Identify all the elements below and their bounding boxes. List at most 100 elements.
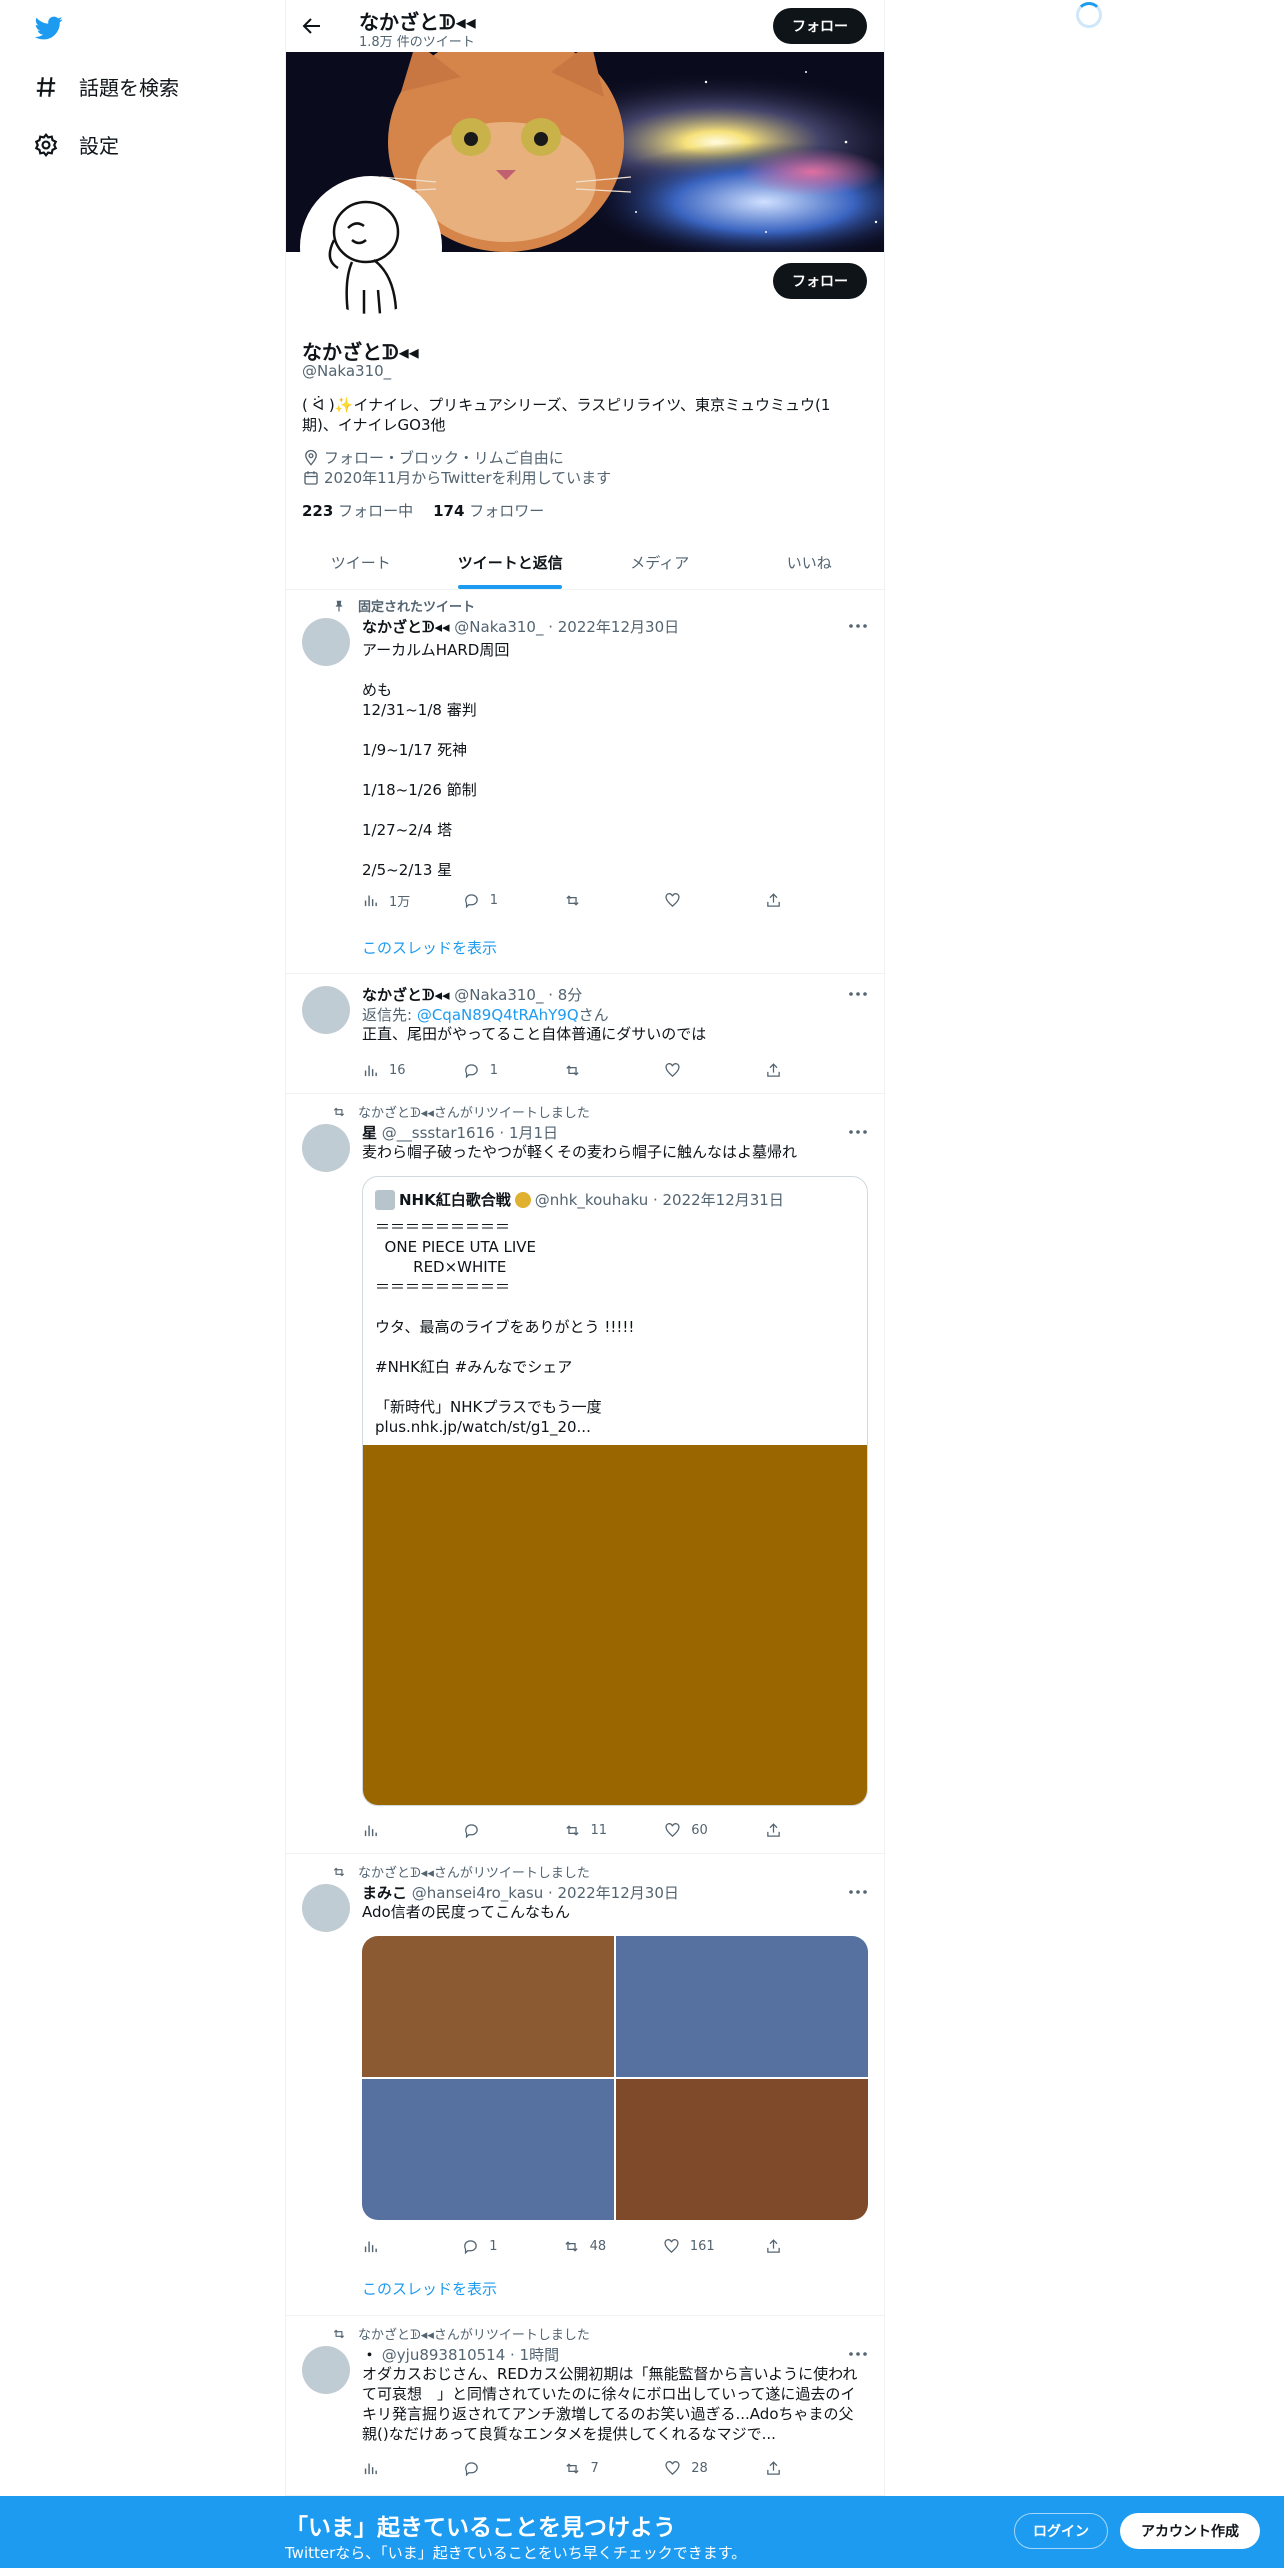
views-action[interactable] <box>362 2458 412 2478</box>
tweet-image-4[interactable] <box>616 2079 868 2220</box>
tweet-author-meta[interactable]: @hansei4ro_kasu · 2022年12月30日 <box>412 1884 679 1902</box>
verified-gold-icon <box>514 1191 531 1208</box>
followers-link[interactable]: 174 フォロワー <box>433 500 544 521</box>
views-action[interactable] <box>362 1820 412 1840</box>
signup-button[interactable]: アカウント作成 <box>1120 2513 1260 2549</box>
share-action[interactable] <box>765 1820 782 1840</box>
header-follow-button[interactable]: フォロー <box>773 8 867 44</box>
signup-banner: 「いま」起きていることを見つけよう Twitterなら、「いま」起きていることを… <box>0 2496 1284 2568</box>
retweet-action[interactable] <box>564 1060 614 1080</box>
tweet-author-meta[interactable]: @Naka310_ · 2022年12月30日 <box>454 618 679 636</box>
signup-banner-subtitle: Twitterなら、「いま」起きていることをいち早くチェックできます。 <box>285 2544 747 2562</box>
quote-author-name: NHK紅白歌合戦 <box>399 1191 511 1209</box>
share-icon <box>767 892 780 907</box>
like-action[interactable]: 28 <box>664 2458 714 2478</box>
loading-spinner-icon <box>1076 2 1102 28</box>
share-action[interactable] <box>765 2458 782 2478</box>
like-action[interactable]: 60 <box>664 1820 714 1840</box>
share-action[interactable] <box>765 890 782 910</box>
reply-icon <box>464 893 478 908</box>
profile-follow-button[interactable]: フォロー <box>773 263 867 299</box>
profile-stats: 223 フォロー中 174 フォロワー <box>302 500 544 521</box>
reply-to-link[interactable]: @CqaN89Q4tRAhY9Q <box>417 1006 579 1024</box>
tweet-avatar[interactable] <box>302 1124 350 1172</box>
more-icon[interactable] <box>848 2350 868 2358</box>
tweet-author-name[interactable]: なかざとᗫ◂◂ <box>362 986 450 1004</box>
profile-location: フォロー・ブロック・リムご自由に <box>302 447 564 468</box>
tweet-image-3[interactable] <box>362 2079 614 2220</box>
tab-tweets-and-replies[interactable]: ツイートと返信 <box>436 537 586 589</box>
share-action[interactable] <box>765 2236 782 2256</box>
tweet-actions: 7 28 <box>362 2458 782 2478</box>
retweet-action[interactable]: 7 <box>564 2458 614 2478</box>
show-thread-link[interactable]: このスレッドを表示 <box>362 937 497 958</box>
tweet-retweet-quote[interactable]: なかざとᗫ◂◂さんがリツイートしました 星 @__ssstar1616 · 1月… <box>286 1094 884 1854</box>
tweet-pinned[interactable]: 固定されたツイート なかざとᗫ◂◂ @Naka310_ · 2022年12月30… <box>286 590 884 974</box>
like-action[interactable] <box>664 1060 714 1080</box>
profile-avatar[interactable] <box>300 176 442 318</box>
more-icon[interactable] <box>848 1888 868 1896</box>
reply-icon <box>464 2239 478 2254</box>
heart-icon <box>664 2238 679 2253</box>
views-icon <box>364 1825 377 1836</box>
tweet-author-name[interactable]: 星 <box>362 1124 377 1142</box>
retweet-action[interactable]: 11 <box>564 1820 614 1840</box>
nav-settings[interactable]: 設定 <box>33 130 119 159</box>
quote-media[interactable] <box>363 1445 867 1805</box>
share-action[interactable] <box>765 1060 782 1080</box>
tweet-reply[interactable]: なかざとᗫ◂◂ @Naka310_ · 8分 返信先: @CqaN89Q4tRA… <box>286 974 884 1094</box>
tweet-avatar[interactable] <box>302 986 350 1034</box>
more-icon[interactable] <box>848 990 868 998</box>
nav-explore[interactable]: 話題を検索 <box>33 72 179 101</box>
main-column: なかざとᗫ◂◂ 1.8万 件のツイート フォロー フォロー なかざとᗫ◂◂ @N… <box>285 0 885 2568</box>
tweet-avatar[interactable] <box>302 1884 350 1932</box>
retweet-action[interactable] <box>564 890 614 910</box>
back-arrow-icon[interactable] <box>300 14 324 38</box>
tweet-author-name[interactable]: まみこ <box>362 1884 407 1902</box>
reply-icon <box>464 1063 478 1078</box>
reply-action[interactable]: 1 <box>463 1060 513 1080</box>
quoted-tweet[interactable]: NHK紅白歌合戦 @nhk_kouhaku · 2022年12月31日 ＝＝＝＝… <box>362 1176 868 1806</box>
more-icon[interactable] <box>848 622 868 630</box>
retweet-context: なかざとᗫ◂◂さんがリツイートしました <box>332 1102 590 1121</box>
like-action[interactable] <box>664 890 714 910</box>
tweet-image-1[interactable] <box>362 1936 614 2077</box>
login-button[interactable]: ログイン <box>1014 2513 1108 2549</box>
more-icon[interactable] <box>848 1128 868 1136</box>
share-icon <box>767 1062 780 1077</box>
tab-likes[interactable]: いいね <box>735 537 885 589</box>
views-action[interactable]: 16 <box>362 1060 412 1080</box>
tweet-retweet-text[interactable]: なかざとᗫ◂◂さんがリツイートしました ・ @yju893810514 · 1時… <box>286 2316 884 2496</box>
tweet-text: オダカスおじさん、REDカス公開初期は「無能監督から言いように使われて可哀想 」… <box>362 2365 858 2443</box>
retweet-icon <box>565 2462 579 2474</box>
views-icon <box>364 2241 377 2252</box>
tweet-author-name[interactable]: ・ <box>362 2346 377 2364</box>
tweet-image-grid <box>362 1936 868 2220</box>
tweet-author-meta[interactable]: @__ssstar1616 · 1月1日 <box>382 1124 558 1142</box>
reply-icon <box>464 1823 478 1838</box>
tweet-actions: 1万 1 <box>362 890 782 910</box>
following-link[interactable]: 223 フォロー中 <box>302 500 413 521</box>
profile-name: なかざとᗫ◂◂ <box>302 340 419 364</box>
gear-icon <box>34 132 58 157</box>
reply-action[interactable]: 1 <box>463 890 513 910</box>
tweet-image-2[interactable] <box>616 1936 868 2077</box>
tweet-avatar[interactable] <box>302 618 350 666</box>
tweet-author-meta[interactable]: @yju893810514 · 1時間 <box>382 2346 559 2364</box>
reply-action[interactable]: 1 <box>462 2236 512 2256</box>
tab-tweets[interactable]: ツイート <box>286 537 436 589</box>
reply-action[interactable] <box>463 2458 513 2478</box>
tweet-author-name[interactable]: なかざとᗫ◂◂ <box>362 618 450 636</box>
tab-media[interactable]: メディア <box>585 537 735 589</box>
retweet-action[interactable]: 48 <box>563 2236 613 2256</box>
reply-action[interactable] <box>463 1820 513 1840</box>
views-action[interactable]: 1万 <box>362 890 412 910</box>
tweet-avatar[interactable] <box>302 2346 350 2394</box>
views-action[interactable] <box>362 2236 412 2256</box>
show-thread-link[interactable]: このスレッドを表示 <box>362 2278 497 2299</box>
like-action[interactable]: 161 <box>663 2236 715 2256</box>
twitter-logo-icon[interactable] <box>33 14 65 42</box>
tweet-retweet-images[interactable]: なかざとᗫ◂◂さんがリツイートしました まみこ @hansei4ro_kasu … <box>286 1854 884 2316</box>
retweet-icon <box>333 1867 345 1876</box>
tweet-author-meta[interactable]: @Naka310_ · 8分 <box>454 986 582 1004</box>
